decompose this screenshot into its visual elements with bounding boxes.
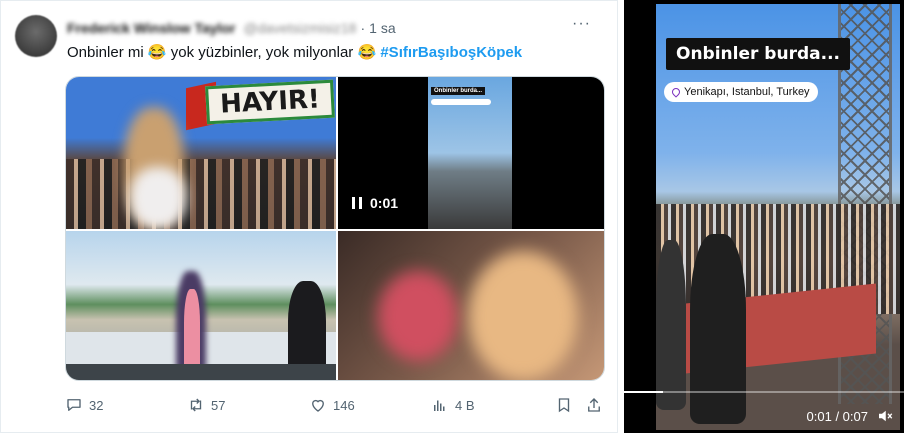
person-shape <box>656 240 686 410</box>
hashtag-link[interactable]: #SıfırBaşıboşKöpek <box>380 44 522 61</box>
media-photo-3[interactable] <box>338 231 604 380</box>
share-icon <box>585 396 603 414</box>
video-caption-title: Onbinler burda... <box>666 38 850 70</box>
avatar[interactable] <box>15 15 57 57</box>
bookmark-icon <box>555 396 573 414</box>
bookmark-button[interactable] <box>555 396 573 414</box>
video-time: 0:01 <box>370 195 399 211</box>
text-part-1: Onbinler mi <box>67 44 144 61</box>
media-photo-1[interactable]: HAYIR! <box>66 77 336 229</box>
text-part-2: yok yüzbinler, yok milyonlar <box>170 44 354 61</box>
blurred-face <box>468 251 578 380</box>
tweet-actions-bar: 32 57 146 4 B <box>65 393 605 417</box>
video-location-text: Yenikapı, Istanbul, Turkey <box>684 86 810 98</box>
reply-button[interactable]: 32 <box>65 396 103 414</box>
retweet-button[interactable]: 57 <box>187 396 225 414</box>
stage-shape <box>66 364 336 380</box>
reply-icon <box>65 396 83 414</box>
views-icon <box>431 396 449 414</box>
video-player[interactable]: Onbinler burda... Yenikapı, Istanbul, Tu… <box>624 0 904 433</box>
video-location-badge: Yenikapı, Istanbul, Turkey <box>664 82 818 102</box>
views-button[interactable]: 4 B <box>431 396 475 414</box>
like-button[interactable]: 146 <box>309 396 355 414</box>
pause-icon[interactable] <box>352 197 362 209</box>
location-pin-icon <box>670 86 682 98</box>
retweet-count: 57 <box>211 397 226 413</box>
video-controls: 0:01 / 0:07 <box>624 399 904 433</box>
tweet-card[interactable]: Frederick Winslow Taylor @davetsizmisiz1… <box>0 0 618 433</box>
person-shape <box>690 234 746 424</box>
heart-icon <box>309 396 327 414</box>
author-handle[interactable]: @davetsizmisiz18 <box>243 20 356 36</box>
video-thumb-title: Onbinler burda... <box>431 87 486 95</box>
crowd-shape <box>66 159 336 229</box>
media-grid: HAYIR! Onbinler burda... 0:01 <box>65 76 605 381</box>
pink-dress-shape <box>184 289 200 373</box>
laughing-emoji-icon: 😂 <box>147 44 167 61</box>
laughing-emoji-icon: 😂 <box>357 44 377 61</box>
share-button[interactable] <box>585 396 603 414</box>
video-playback-status[interactable]: 0:01 <box>352 195 398 211</box>
views-count: 4 B <box>455 397 475 413</box>
like-count: 146 <box>333 397 355 413</box>
tweet-header: Frederick Winslow Taylor @davetsizmisiz1… <box>67 15 597 39</box>
video-thumb-location <box>431 99 491 105</box>
video-progress-fill <box>624 391 664 393</box>
retweet-icon <box>187 396 205 414</box>
media-photo-2[interactable] <box>66 231 336 380</box>
separator-dot: · <box>360 20 366 36</box>
protest-sign: HAYIR! <box>205 79 335 125</box>
blurred-person <box>130 167 186 229</box>
volume-icon[interactable] <box>876 407 894 425</box>
author-name[interactable]: Frederick Winslow Taylor <box>67 20 235 36</box>
reply-count: 32 <box>89 397 104 413</box>
more-options-icon[interactable]: ··· <box>572 15 591 33</box>
video-progress-bar[interactable] <box>624 391 904 393</box>
media-video-thumbnail[interactable]: Onbinler burda... 0:01 <box>338 77 604 229</box>
blurred-face <box>378 271 458 361</box>
tweet-text: Onbinler mi 😂 yok yüzbinler, yok milyonl… <box>67 43 522 61</box>
tweet-time[interactable]: 1 sa <box>369 20 395 36</box>
video-time-display: 0:01 / 0:07 <box>806 408 868 424</box>
